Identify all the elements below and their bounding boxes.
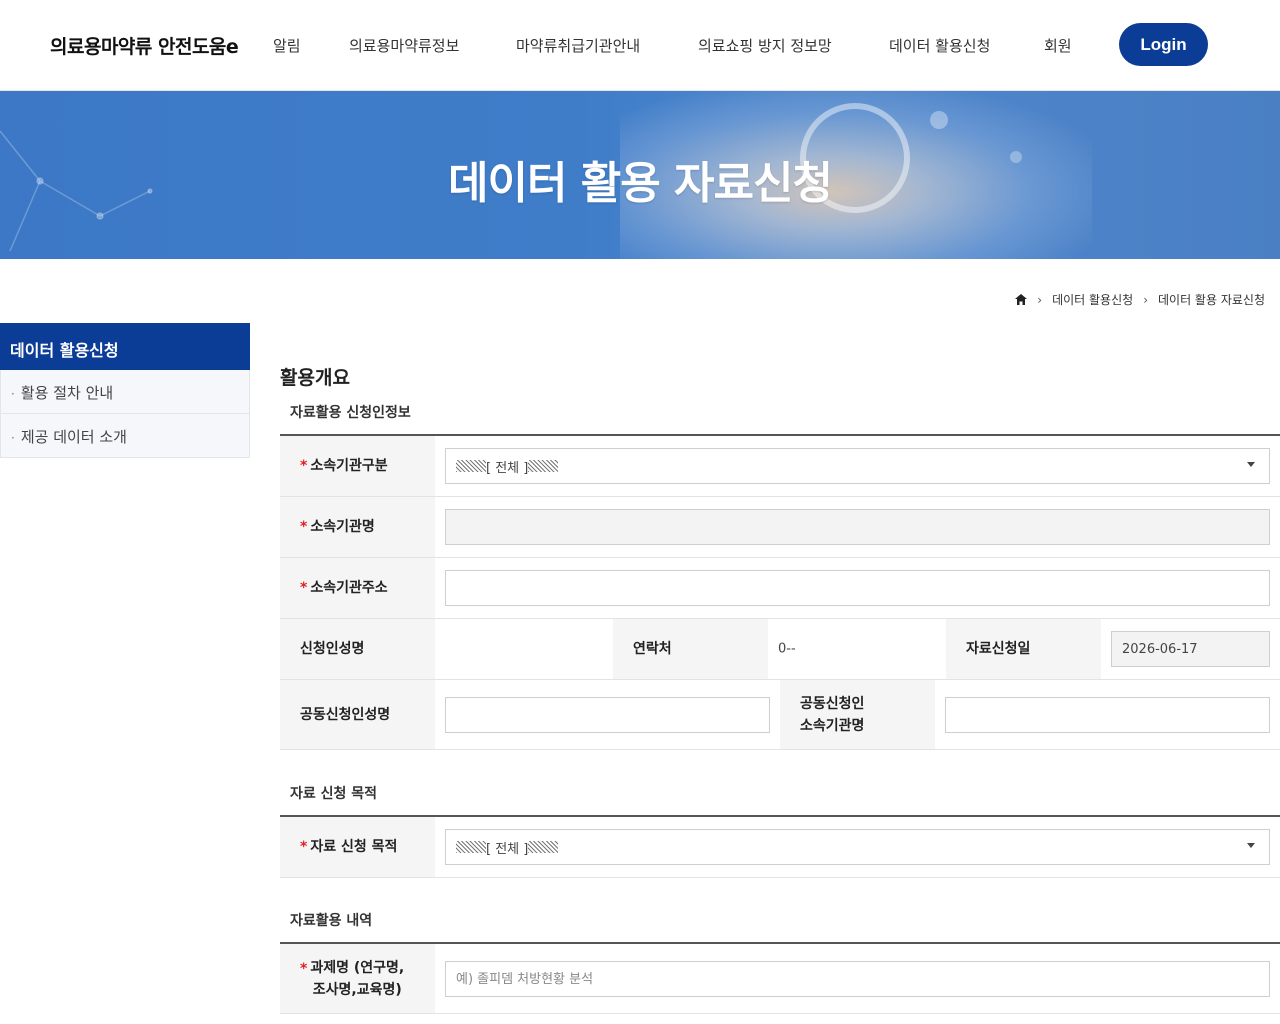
- chevron-right-icon: ›: [1037, 292, 1043, 307]
- hatch-decoration: [528, 460, 559, 472]
- hatch-decoration: [456, 460, 486, 472]
- sidebar-item-data-intro[interactable]: · 제공 데이터 소개: [0, 414, 250, 458]
- section-title-applicant: 자료활용 신청인정보: [290, 405, 411, 421]
- banner-title: 데이터 활용 자료신청: [448, 158, 833, 209]
- site-logo[interactable]: 의료용마약류 안전도움e: [50, 32, 239, 59]
- select-value: [ 전체 ]: [486, 460, 529, 476]
- caret-down-icon: [1247, 462, 1255, 467]
- form-row-org-name: * 소속기관명: [280, 497, 1280, 558]
- co-applicant-org-input[interactable]: [956, 707, 1259, 723]
- form-row-applicant: 신청인성명 연락처 0-- 자료신청일: [280, 619, 1280, 680]
- caret-down-icon: [1247, 843, 1255, 848]
- required-mark: *: [300, 519, 308, 535]
- field-label-text: 자료신청일: [966, 641, 1031, 657]
- co-applicant-name-field[interactable]: [445, 697, 770, 733]
- field-label-text: 공동신청인: [800, 695, 865, 712]
- field-label: * 소속기관구분: [280, 436, 435, 496]
- hatch-decoration: [456, 841, 486, 853]
- breadcrumb-current[interactable]: 데이터 활용 자료신청: [1158, 291, 1265, 308]
- site-header: 의료용마약류 안전도움e 알림 의료용마약류정보 마약류취급기관안내 의료쇼핑 …: [0, 0, 1280, 91]
- co-applicant-name-input[interactable]: [456, 707, 759, 723]
- sidebar-item-procedure[interactable]: · 활용 절차 안내: [0, 370, 250, 414]
- hatch-decoration: [528, 841, 559, 853]
- field-label: 자료신청일: [946, 619, 1101, 679]
- field-label: 신청인성명: [280, 619, 435, 679]
- section-title-details: 자료활용 내역: [290, 913, 373, 929]
- nav-item-shopping-prevention[interactable]: 의료쇼핑 방지 정보망: [698, 35, 832, 56]
- banner-bokeh: [930, 111, 948, 129]
- co-applicant-org-field[interactable]: [945, 697, 1270, 733]
- chevron-right-icon: ›: [1143, 292, 1148, 307]
- field-label-text: 소속기관명: [310, 519, 375, 535]
- project-name-field[interactable]: [445, 961, 1270, 997]
- form-row-purpose: * 자료 신청 목적 [ 전체 ]: [280, 817, 1280, 878]
- bullet-icon: ·: [11, 387, 15, 401]
- page-title: 활용개요: [280, 367, 350, 389]
- home-icon[interactable]: [1015, 294, 1028, 305]
- field-label: * 소속기관주소: [280, 558, 435, 618]
- org-name-input[interactable]: [456, 519, 1259, 535]
- select-value: [ 전체 ]: [486, 841, 529, 857]
- form-row-org-address: * 소속기관주소: [280, 558, 1280, 619]
- field-label: 공동신청인성명: [280, 680, 435, 749]
- bullet-icon: ·: [11, 431, 15, 445]
- field-label: * 소속기관명: [280, 497, 435, 557]
- nav-item-handler-info[interactable]: 마약류취급기관안내: [516, 35, 640, 56]
- required-mark: *: [300, 839, 308, 855]
- nav-item-notice[interactable]: 알림: [273, 35, 301, 56]
- field-label: 공동신청인 소속기관명: [780, 680, 935, 749]
- nav-item-member[interactable]: 회원: [1044, 35, 1072, 56]
- request-date-input[interactable]: [1122, 641, 1259, 657]
- required-mark: *: [300, 961, 308, 977]
- form-row-org-type: * 소속기관구분 [ 전체 ]: [280, 436, 1280, 497]
- sidebar-title[interactable]: 데이터 활용신청: [0, 323, 250, 370]
- nav-item-drug-info[interactable]: 의료용마약류정보: [349, 35, 459, 56]
- sidebar-item-label: 활용 절차 안내: [20, 384, 114, 402]
- field-label-text: 연락처: [633, 641, 672, 657]
- field-label-text: 소속기관주소: [310, 580, 388, 596]
- field-label-text: 과제명 (연구명, 조사명,교육명): [310, 957, 404, 1001]
- field-label: 연락처: [613, 619, 768, 679]
- field-label: * 과제명 (연구명, 조사명,교육명): [280, 944, 435, 1013]
- required-mark: *: [300, 458, 308, 474]
- field-label-text: 소속기관명: [800, 717, 865, 734]
- field-label-text: 자료 신청 목적: [310, 839, 398, 855]
- sidebar: 데이터 활용신청 · 활용 절차 안내 · 제공 데이터 소개: [0, 323, 250, 458]
- field-label-line: 조사명,교육명): [312, 981, 402, 998]
- login-button[interactable]: Login: [1119, 23, 1208, 66]
- field-label-text: 공동신청인성명: [300, 706, 391, 723]
- request-date-field[interactable]: [1111, 631, 1270, 667]
- org-address-input[interactable]: [456, 580, 1259, 596]
- breadcrumb: › 데이터 활용신청 › 데이터 활용 자료신청: [1015, 291, 1265, 308]
- nav-item-data-request[interactable]: 데이터 활용신청: [889, 35, 990, 56]
- contact-value: 0--: [778, 641, 796, 657]
- section-title-purpose: 자료 신청 목적: [290, 786, 378, 802]
- form-row-project: * 과제명 (연구명, 조사명,교육명): [280, 944, 1280, 1014]
- field-label-text: 소속기관구분: [310, 458, 388, 474]
- form-row-co-applicant: 공동신청인성명 공동신청인 소속기관명: [280, 680, 1280, 750]
- org-type-select[interactable]: [ 전체 ]: [445, 448, 1270, 484]
- breadcrumb-item[interactable]: 데이터 활용신청: [1052, 291, 1133, 308]
- sidebar-item-label: 제공 데이터 소개: [20, 428, 127, 446]
- field-label-text: 신청인성명: [300, 641, 365, 657]
- field-label-line: 과제명 (연구명,: [310, 959, 405, 976]
- page-banner: 데이터 활용 자료신청: [0, 91, 1280, 259]
- required-mark: *: [300, 580, 308, 596]
- org-address-field[interactable]: [445, 570, 1270, 606]
- field-label: * 자료 신청 목적: [280, 817, 435, 877]
- project-name-input[interactable]: [456, 971, 1259, 987]
- org-name-field[interactable]: [445, 509, 1270, 545]
- purpose-select[interactable]: [ 전체 ]: [445, 829, 1270, 865]
